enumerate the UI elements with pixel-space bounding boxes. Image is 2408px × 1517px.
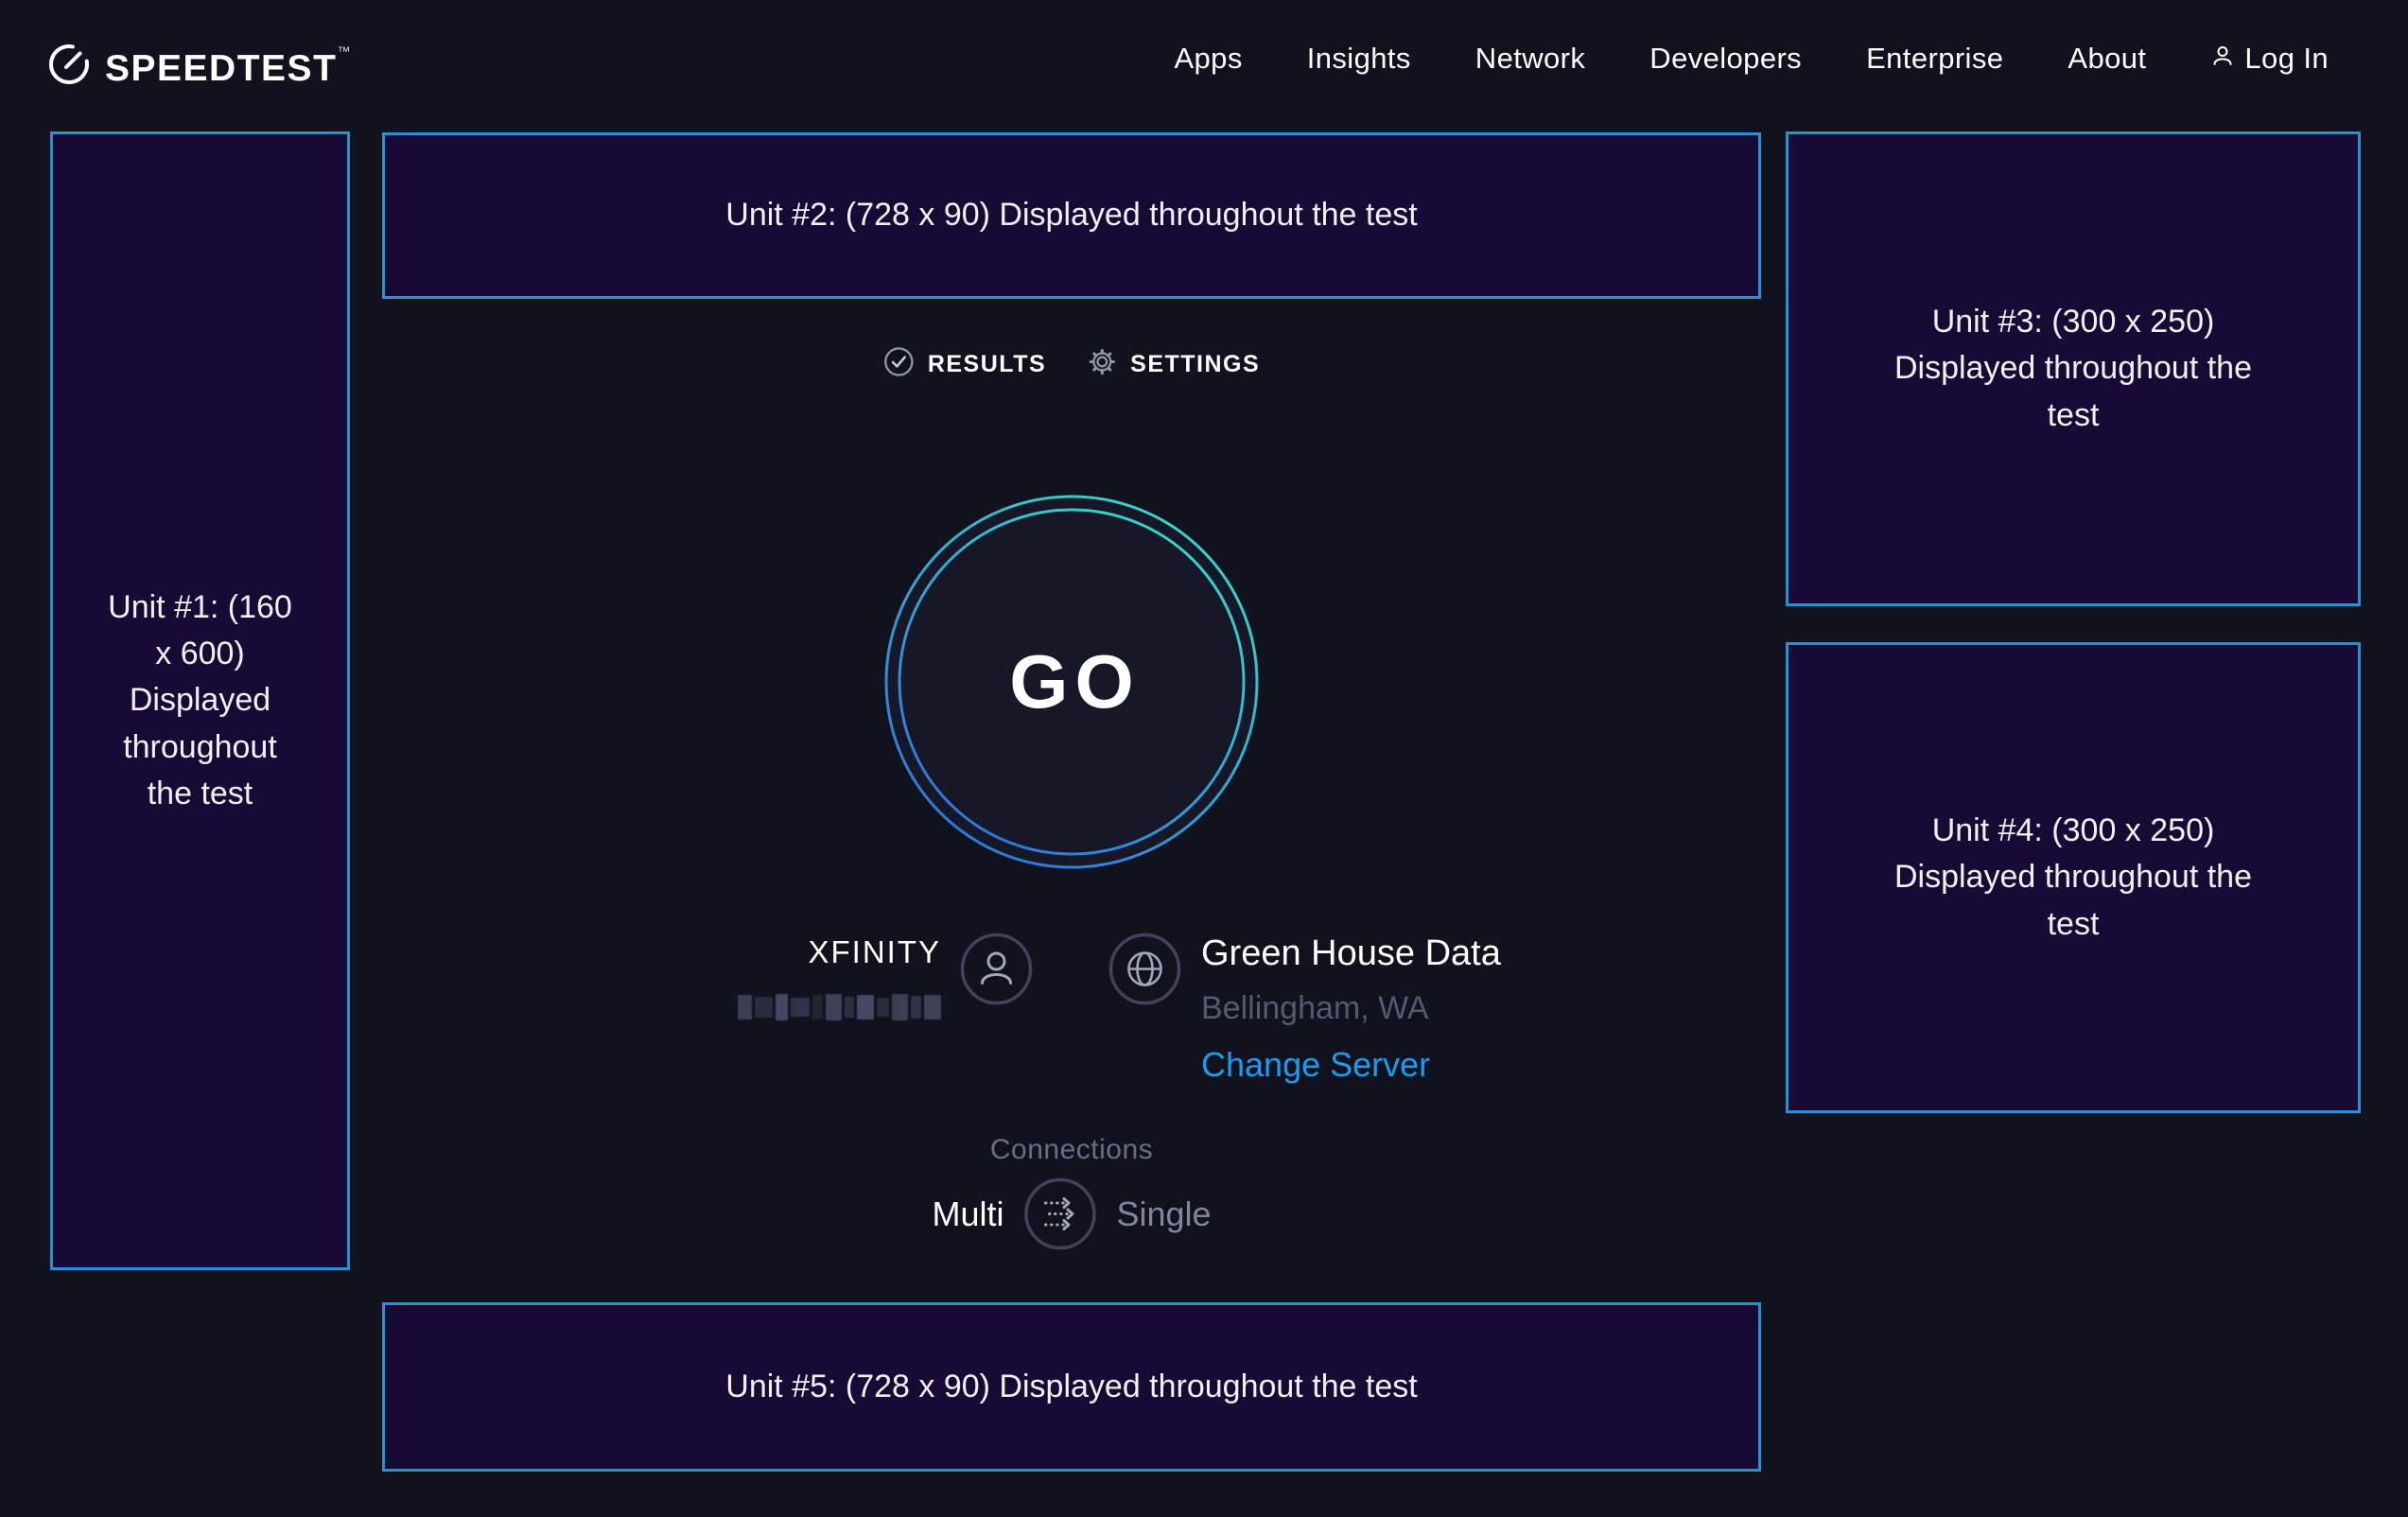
nav-item-about[interactable]: About [2068, 42, 2146, 76]
redacted-ip-address [738, 993, 941, 1021]
log-in-button[interactable]: Log In [2210, 42, 2329, 76]
go-button[interactable]: GO [883, 494, 1260, 870]
ad-unit-4-text: Unit #4: (300 x 250) Displayed throughou… [1889, 808, 2258, 948]
isp-name: XFINITY [738, 934, 941, 970]
connections-toggle-icon[interactable] [1023, 1177, 1096, 1250]
connections-toggle-row: Multi Single [932, 1177, 1211, 1250]
ad-unit-3-text: Unit #3: (300 x 250) Displayed throughou… [1889, 299, 2258, 439]
brand-name: SPEEDTEST™ [105, 44, 352, 90]
ad-unit-5-text: Unit #5: (728 x 90) Displayed throughout… [725, 1364, 1417, 1410]
speedtest-logo[interactable]: SPEEDTEST™ [46, 42, 352, 92]
speedometer-icon [46, 42, 92, 92]
nav-item-insights[interactable]: Insights [1307, 42, 1411, 76]
go-label: GO [883, 494, 1260, 870]
ad-unit-4: Unit #4: (300 x 250) Displayed throughou… [1786, 642, 2361, 1113]
results-settings-tabs: RESULTS [883, 346, 1260, 382]
ad-unit-1: Unit #1: (160 x 600) Displayed throughou… [50, 131, 350, 1270]
nav-item-enterprise[interactable]: Enterprise [1866, 42, 2003, 76]
server-info: Green House Data Bellingham, WA Change S… [1201, 933, 1501, 1085]
ad-unit-5: Unit #5: (728 x 90) Displayed throughout… [382, 1302, 1761, 1472]
connections-multi-option[interactable]: Multi [932, 1194, 1003, 1234]
user-icon [2210, 42, 2235, 76]
isp-user-icon [960, 933, 1033, 1005]
gear-icon [1088, 347, 1117, 381]
check-circle-icon [883, 346, 915, 382]
main-navigation: Apps Insights Network Developers Enterpr… [1174, 42, 2329, 76]
ad-unit-1-text: Unit #1: (160 x 600) Displayed throughou… [102, 584, 299, 817]
top-nav-bar: SPEEDTEST™ Apps Insights Network Develop… [0, 0, 2408, 106]
connections-label: Connections [990, 1134, 1153, 1166]
server-globe-icon [1108, 933, 1181, 1005]
connections-single-option[interactable]: Single [1116, 1194, 1211, 1234]
nav-item-network[interactable]: Network [1475, 42, 1586, 76]
change-server-link[interactable]: Change Server [1201, 1045, 1501, 1085]
tab-settings[interactable]: SETTINGS [1088, 347, 1260, 381]
nav-item-apps[interactable]: Apps [1174, 42, 1242, 76]
server-location: Bellingham, WA [1201, 990, 1501, 1027]
speedtest-page: SPEEDTEST™ Apps Insights Network Develop… [0, 0, 2408, 1517]
trademark-mark: ™ [337, 44, 352, 59]
tab-results[interactable]: RESULTS [883, 346, 1046, 382]
ad-unit-3: Unit #3: (300 x 250) Displayed throughou… [1786, 131, 2361, 606]
isp-info: XFINITY [738, 934, 941, 1021]
ad-unit-2-text: Unit #2: (728 x 90) Displayed throughout… [725, 192, 1417, 238]
nav-item-developers[interactable]: Developers [1649, 42, 1802, 76]
ad-unit-2: Unit #2: (728 x 90) Displayed throughout… [382, 132, 1761, 299]
server-name: Green House Data [1201, 933, 1501, 974]
